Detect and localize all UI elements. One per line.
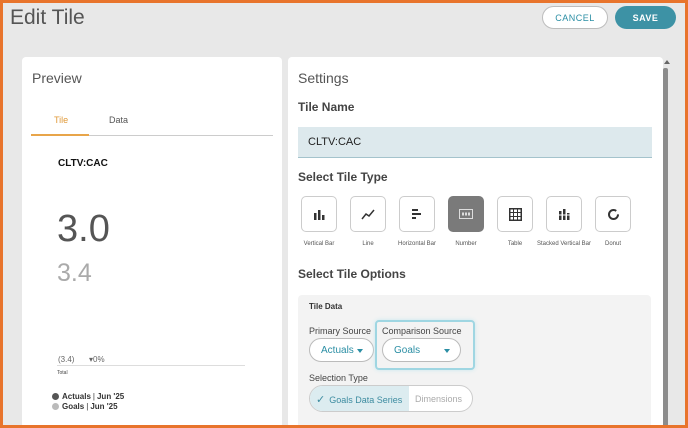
selection-type-toggle: ✓ Goals Data Series Dimensions (309, 385, 473, 412)
comparison-value: 3.4 (57, 259, 92, 287)
tile-type-heading: Select Tile Type (298, 170, 388, 184)
scroll-up-arrow-icon[interactable] (664, 60, 670, 64)
primary-source-dropdown[interactable]: Actuals (309, 338, 374, 362)
save-button[interactable]: SAVE (615, 6, 676, 29)
tile-options-heading: Select Tile Options (298, 267, 406, 281)
settings-panel: Settings Tile Name CLTV:CAC Select Tile … (288, 57, 663, 428)
tile-type-donut[interactable] (595, 196, 631, 232)
tile-type-table[interactable] (497, 196, 533, 232)
total-divider (57, 365, 245, 366)
chevron-down-icon (357, 349, 363, 353)
goals-data-series-option[interactable]: ✓ Goals Data Series (310, 386, 409, 411)
comparison-source-value: Goals (394, 344, 421, 356)
tile-type-vertical-bar[interactable] (301, 196, 337, 232)
vertical-bar-icon (314, 210, 325, 220)
tile-type-line[interactable] (350, 196, 386, 232)
settings-title: Settings (298, 70, 349, 86)
legend-separator: | (86, 402, 89, 411)
stacked-bar-icon (558, 209, 570, 220)
tile-type-stacked-bar[interactable] (546, 196, 582, 232)
preview-panel: Preview Tile Data CLTV:CAC 3.0 3.4 (3.4)… (22, 57, 282, 428)
line-chart-icon (361, 209, 375, 220)
primary-value: 3.0 (57, 208, 110, 250)
tab-divider (89, 135, 273, 136)
comparison-source-dropdown[interactable]: Goals (382, 338, 461, 362)
primary-source-value: Actuals (321, 344, 354, 356)
legend-dot-icon (52, 393, 59, 400)
legend-item-actuals: Actuals | Jun '25 (52, 392, 126, 401)
dimensions-option[interactable]: Dimensions (415, 394, 462, 404)
preview-tile-name: CLTV:CAC (58, 158, 108, 169)
tile-type-number[interactable] (448, 196, 484, 232)
tab-tile[interactable]: Tile (54, 115, 68, 125)
goals-data-series-label: Goals Data Series (329, 394, 403, 405)
legend-name: Goals (62, 402, 85, 411)
tab-data[interactable]: Data (109, 115, 128, 125)
selection-type-label: Selection Type (309, 373, 368, 383)
page-title: Edit Tile (10, 6, 85, 29)
primary-source-label: Primary Source (309, 326, 372, 336)
legend-separator: | (92, 392, 95, 401)
tile-options-box: Tile Data Primary Source Actuals Compari… (298, 295, 651, 428)
tile-name-heading: Tile Name (298, 100, 355, 114)
legend-period: Jun '25 (90, 402, 118, 411)
legend-period: Jun '25 (96, 392, 125, 401)
tile-name-input[interactable]: CLTV:CAC (298, 127, 652, 158)
legend-item-goals: Goals | Jun '25 (52, 402, 120, 411)
active-tab-indicator (31, 134, 89, 136)
cancel-button[interactable]: CANCEL (542, 6, 608, 29)
tile-type-horizontal-bar[interactable] (399, 196, 435, 232)
header-bar: Edit Tile CANCEL SAVE (0, 0, 688, 44)
chevron-down-icon (444, 349, 450, 353)
donut-icon (607, 208, 619, 220)
horizontal-bar-icon (412, 209, 421, 219)
table-icon (508, 207, 522, 221)
comparison-source-label: Comparison Source (382, 326, 462, 336)
percent-change: ▾0% (89, 355, 105, 364)
total-label: Total (57, 370, 68, 376)
legend-name: Actuals (62, 392, 91, 401)
number-icon (459, 209, 473, 219)
difference-value: (3.4) (58, 355, 75, 364)
tile-data-heading: Tile Data (309, 302, 343, 311)
preview-title: Preview (32, 70, 82, 86)
tile-type-label: Donut (604, 241, 621, 247)
legend-dot-icon (52, 403, 59, 410)
check-icon: ✓ (316, 394, 326, 406)
settings-scrollbar[interactable] (663, 68, 668, 428)
